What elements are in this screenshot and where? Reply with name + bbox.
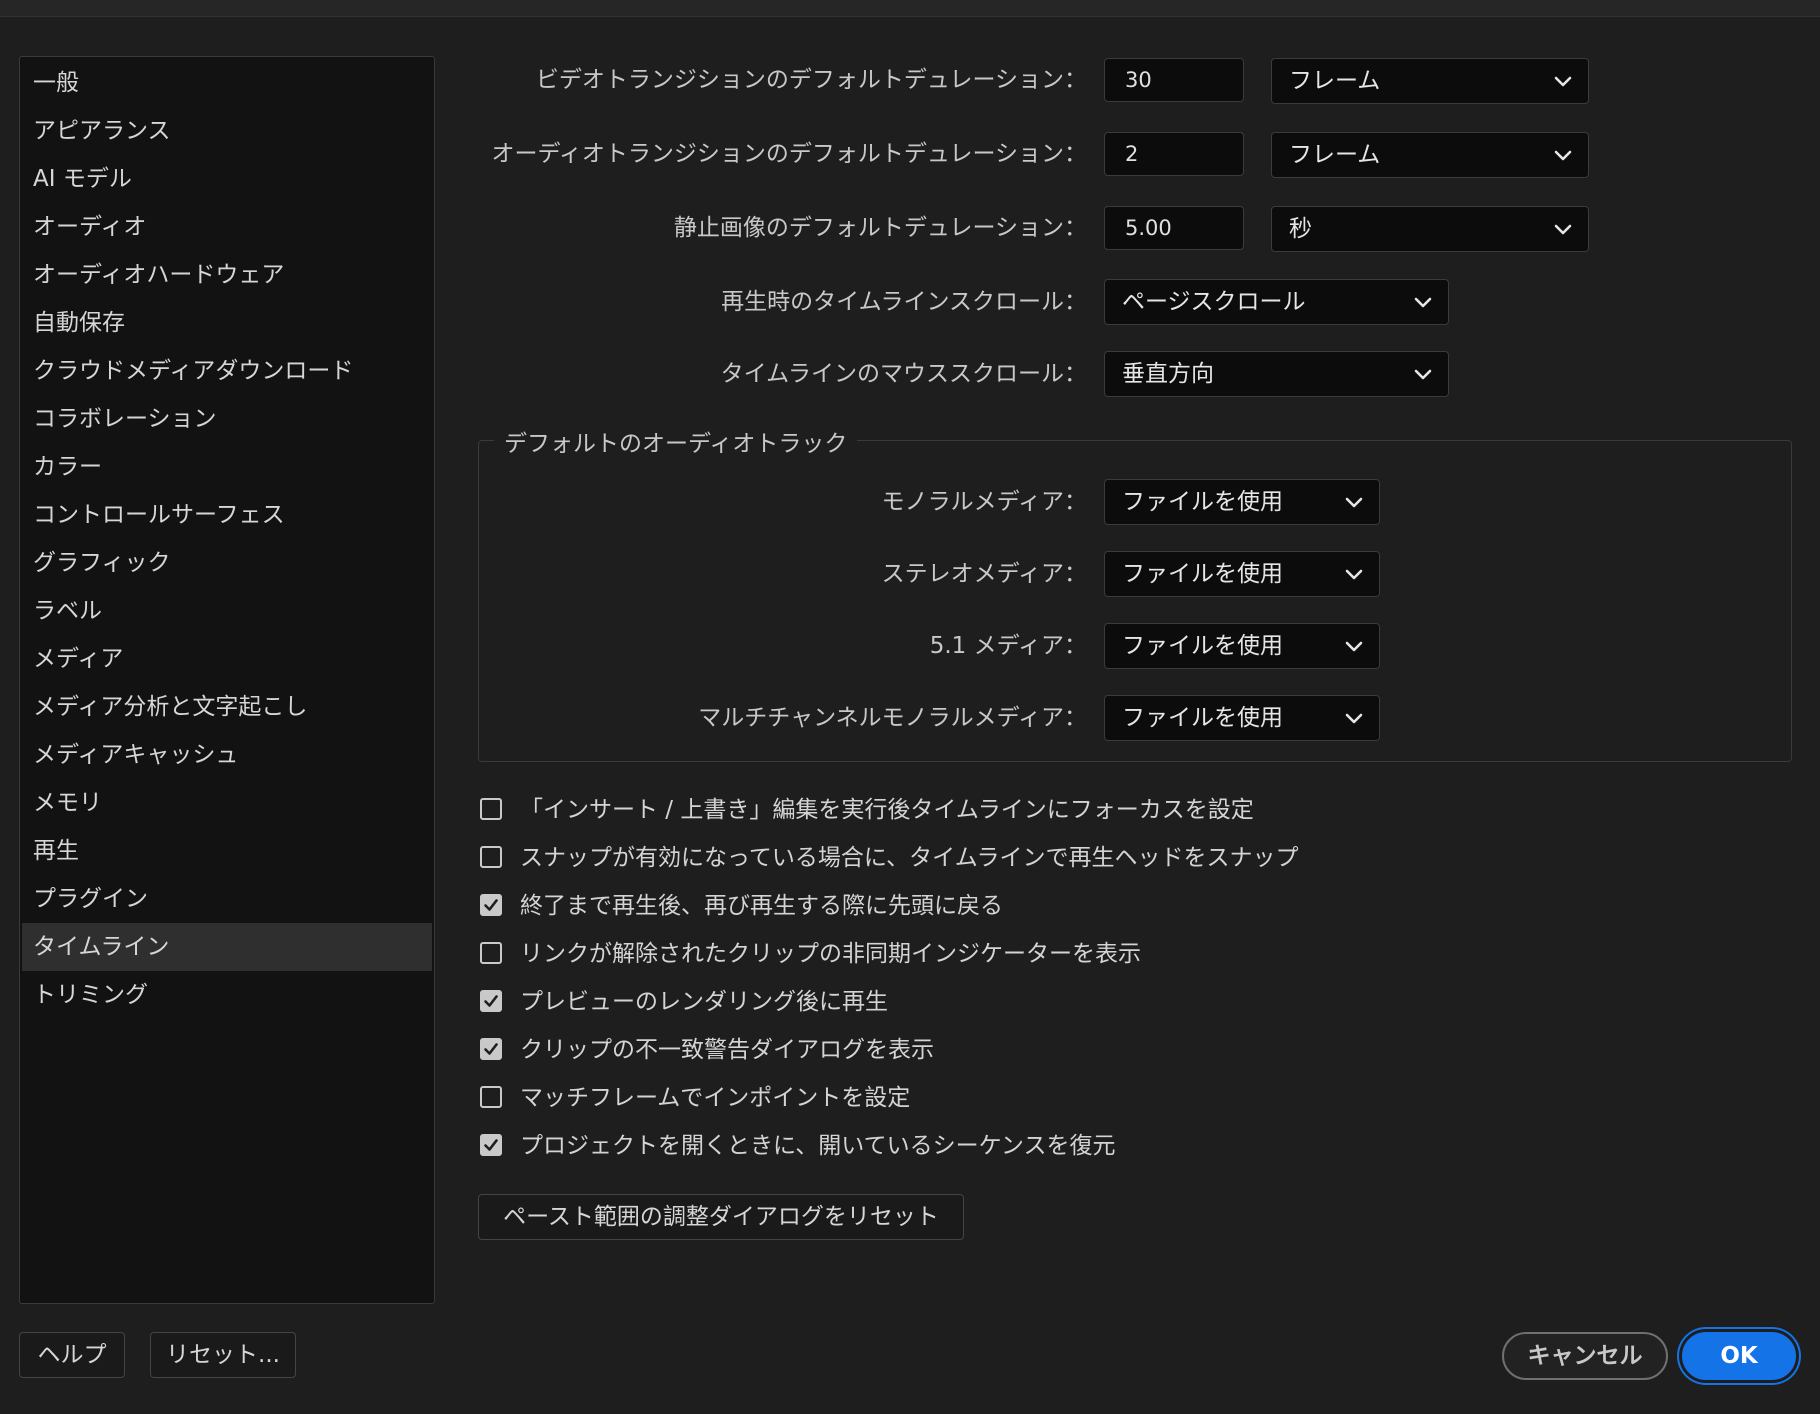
- checkbox-label: プレビューのレンダリング後に再生: [520, 989, 888, 1015]
- sidebar-item-media-cache[interactable]: メディアキャッシュ: [22, 731, 432, 779]
- audio-transition-duration-input[interactable]: 2: [1104, 132, 1244, 176]
- sidebar-item-timeline[interactable]: タイムライン: [22, 923, 432, 971]
- video-transition-label: ビデオトランジションのデフォルトデュレーション：: [535, 67, 1087, 93]
- checkmark-icon: [484, 995, 498, 1007]
- playback-scroll-dropdown[interactable]: ページスクロール: [1104, 279, 1449, 325]
- sidebar-item-general[interactable]: 一般: [22, 59, 432, 107]
- checkbox[interactable]: [480, 798, 502, 820]
- audio-transition-unit-dropdown[interactable]: フレーム: [1271, 132, 1589, 178]
- mono-media-label: モノラルメディア：: [881, 489, 1087, 515]
- dropdown-value: ファイルを使用: [1122, 489, 1283, 515]
- sidebar-item-collaboration[interactable]: コラボレーション: [22, 395, 432, 443]
- restore-open-sequences-option[interactable]: プロジェクトを開くときに、開いているシーケンスを復元: [478, 1126, 1678, 1166]
- checkbox[interactable]: [480, 1038, 502, 1060]
- default-audio-tracks-title: デフォルトのオーディオトラック: [494, 424, 858, 458]
- sidebar-item-appearance[interactable]: アピアランス: [22, 107, 432, 155]
- still-image-duration-input[interactable]: 5.00: [1104, 206, 1244, 250]
- checkbox[interactable]: [480, 1086, 502, 1108]
- return-to-start-option[interactable]: 終了まで再生後、再び再生する際に先頭に戻る: [478, 886, 1678, 926]
- chevron-down-icon: [1345, 713, 1363, 724]
- clip-mismatch-warning-option[interactable]: クリップの不一致警告ダイアログを表示: [478, 1030, 1678, 1070]
- checkbox-label: プロジェクトを開くときに、開いているシーケンスを復元: [520, 1133, 1116, 1159]
- surround-media-dropdown[interactable]: ファイルを使用: [1104, 623, 1380, 669]
- checkbox-label: マッチフレームでインポイントを設定: [520, 1085, 911, 1111]
- sidebar-item-control-surface[interactable]: コントロールサーフェス: [22, 491, 432, 539]
- dropdown-value: 垂直方向: [1122, 361, 1214, 387]
- title-bar: [0, 0, 1820, 17]
- chevron-down-icon: [1554, 224, 1572, 235]
- focus-timeline-after-edit-option[interactable]: 「インサート / 上書き」編集を実行後タイムラインにフォーカスを設定: [478, 790, 1678, 830]
- dropdown-value: フレーム: [1289, 68, 1381, 94]
- sidebar-item-media-intelligence[interactable]: メディア分析と文字起こし: [22, 683, 432, 731]
- sidebar-item-labels[interactable]: ラベル: [22, 587, 432, 635]
- dropdown-value: ファイルを使用: [1122, 705, 1283, 731]
- checkbox-label: 終了まで再生後、再び再生する際に先頭に戻る: [520, 893, 1003, 919]
- sidebar-item-playback[interactable]: 再生: [22, 827, 432, 875]
- snap-playhead-option[interactable]: スナップが有効になっている場合に、タイムラインで再生ヘッドをスナップ: [478, 838, 1678, 878]
- sidebar-item-trimming[interactable]: トリミング: [22, 971, 432, 1019]
- sidebar-item-cloud-media-download[interactable]: クラウドメディアダウンロード: [22, 347, 432, 395]
- sidebar-item-media[interactable]: メディア: [22, 635, 432, 683]
- checkmark-icon: [484, 1139, 498, 1151]
- checkbox-label: クリップの不一致警告ダイアログを表示: [520, 1037, 934, 1063]
- sidebar-item-graphics[interactable]: グラフィック: [22, 539, 432, 587]
- preferences-sidebar: 一般 アピアランス AI モデル オーディオ オーディオハードウェア 自動保存 …: [19, 56, 435, 1304]
- checkbox[interactable]: [480, 942, 502, 964]
- reset-button[interactable]: リセット...: [150, 1332, 296, 1378]
- chevron-down-icon: [1554, 76, 1572, 87]
- sidebar-item-audio-hardware[interactable]: オーディオハードウェア: [22, 251, 432, 299]
- mouse-scroll-dropdown[interactable]: 垂直方向: [1104, 351, 1449, 397]
- sidebar-item-plugins[interactable]: プラグイン: [22, 875, 432, 923]
- checkbox[interactable]: [480, 1134, 502, 1156]
- match-frame-in-point-option[interactable]: マッチフレームでインポイントを設定: [478, 1078, 1678, 1118]
- checkbox[interactable]: [480, 894, 502, 916]
- dropdown-value: ファイルを使用: [1122, 561, 1283, 587]
- chevron-down-icon: [1554, 150, 1572, 161]
- checkbox-label: リンクが解除されたクリップの非同期インジケーターを表示: [520, 941, 1141, 967]
- checkbox-label: スナップが有効になっている場合に、タイムラインで再生ヘッドをスナップ: [520, 845, 1299, 871]
- chevron-down-icon: [1414, 297, 1432, 308]
- sidebar-item-auto-save[interactable]: 自動保存: [22, 299, 432, 347]
- chevron-down-icon: [1414, 369, 1432, 380]
- reset-paste-range-dialog-button[interactable]: ペースト範囲の調整ダイアログをリセット: [478, 1194, 964, 1240]
- ok-button[interactable]: OK: [1682, 1332, 1796, 1380]
- help-button[interactable]: ヘルプ: [19, 1332, 125, 1378]
- checkmark-icon: [484, 899, 498, 911]
- video-transition-duration-input[interactable]: 30: [1104, 58, 1244, 102]
- chevron-down-icon: [1345, 497, 1363, 508]
- dropdown-value: ページスクロール: [1122, 289, 1306, 315]
- dropdown-value: ファイルを使用: [1122, 633, 1283, 659]
- stereo-media-dropdown[interactable]: ファイルを使用: [1104, 551, 1380, 597]
- mouse-scroll-label: タイムラインのマウススクロール：: [720, 361, 1087, 387]
- checkmark-icon: [484, 1043, 498, 1055]
- dropdown-value: 秒: [1289, 216, 1312, 242]
- mono-media-dropdown[interactable]: ファイルを使用: [1104, 479, 1380, 525]
- audio-transition-label: オーディオトランジションのデフォルトデュレーション：: [491, 141, 1087, 167]
- stereo-media-label: ステレオメディア：: [881, 561, 1087, 587]
- out-of-sync-indicator-option[interactable]: リンクが解除されたクリップの非同期インジケーターを表示: [478, 934, 1678, 974]
- still-image-unit-dropdown[interactable]: 秒: [1271, 206, 1589, 252]
- sidebar-item-color[interactable]: カラー: [22, 443, 432, 491]
- multichannel-media-label: マルチチャンネルモノラルメディア：: [698, 705, 1087, 731]
- checkbox-label: 「インサート / 上書き」編集を実行後タイムラインにフォーカスを設定: [520, 797, 1254, 823]
- checkbox[interactable]: [480, 846, 502, 868]
- play-after-render-option[interactable]: プレビューのレンダリング後に再生: [478, 982, 1678, 1022]
- chevron-down-icon: [1345, 641, 1363, 652]
- playback-scroll-label: 再生時のタイムラインスクロール：: [721, 289, 1087, 315]
- still-image-duration-label: 静止画像のデフォルトデュレーション：: [673, 215, 1087, 241]
- sidebar-item-audio[interactable]: オーディオ: [22, 203, 432, 251]
- chevron-down-icon: [1345, 569, 1363, 580]
- sidebar-item-memory[interactable]: メモリ: [22, 779, 432, 827]
- cancel-button[interactable]: キャンセル: [1502, 1332, 1668, 1380]
- dropdown-value: フレーム: [1289, 142, 1381, 168]
- video-transition-unit-dropdown[interactable]: フレーム: [1271, 58, 1589, 104]
- sidebar-item-ai-models[interactable]: AI モデル: [22, 155, 432, 203]
- checkbox[interactable]: [480, 990, 502, 1012]
- surround-media-label: 5.1 メディア：: [929, 633, 1087, 659]
- multichannel-media-dropdown[interactable]: ファイルを使用: [1104, 695, 1380, 741]
